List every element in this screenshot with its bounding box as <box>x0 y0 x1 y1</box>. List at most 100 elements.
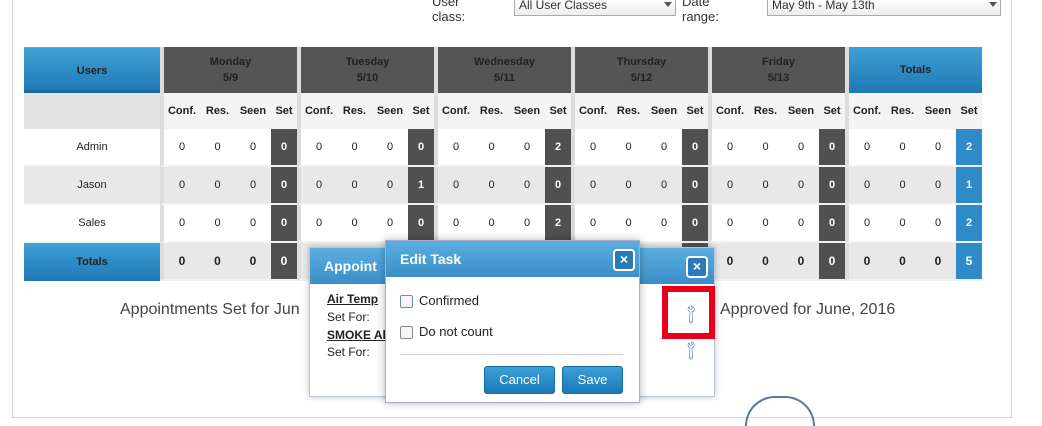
user-class-label: User class: <box>432 0 466 24</box>
total-cell: 1 <box>956 167 982 205</box>
column-header: Conf. <box>297 93 337 129</box>
user-link[interactable]: Sales <box>24 205 160 243</box>
count-cell: 0 <box>819 129 845 167</box>
count-cell: 0 <box>819 243 845 281</box>
wrench-icon[interactable]: 🔧︎ <box>679 338 703 363</box>
day-date: 5/11 <box>494 72 515 84</box>
column-header: Conf. <box>708 93 748 129</box>
column-header: Conf. <box>845 93 885 129</box>
save-button[interactable]: Save <box>562 366 623 394</box>
column-header: Res. <box>474 93 509 129</box>
cancel-button[interactable]: Cancel <box>484 366 555 394</box>
appointment-name: Air Temp <box>327 292 379 306</box>
total-cell: 0 <box>885 205 920 243</box>
total-cell: 0 <box>920 129 956 167</box>
column-header: Conf. <box>160 93 200 129</box>
total-cell: 0 <box>845 167 885 205</box>
chevron-down-icon <box>664 2 672 7</box>
count-cell: 0 <box>545 167 571 205</box>
day-name: Tuesday <box>345 56 390 68</box>
count-cell: 0 <box>337 205 372 243</box>
total-cell: 2 <box>956 129 982 167</box>
count-cell: 0 <box>708 129 748 167</box>
column-header: Set <box>956 93 982 129</box>
count-cell: 0 <box>200 167 235 205</box>
edit-task-dialog: Edit Task × Confirmed Do not count Cance… <box>385 240 640 403</box>
close-icon[interactable]: × <box>686 256 708 278</box>
column-header: Res. <box>748 93 783 129</box>
count-cell: 0 <box>271 205 297 243</box>
count-cell: 0 <box>611 129 646 167</box>
day-date: 5/9 <box>222 72 239 84</box>
count-cell: 0 <box>160 167 200 205</box>
do-not-count-label: Do not count <box>419 324 493 339</box>
count-cell: 0 <box>271 243 297 281</box>
count-cell: 0 <box>337 167 372 205</box>
count-cell: 0 <box>571 167 611 205</box>
subheader-blank <box>24 93 160 129</box>
column-header: Res. <box>885 93 920 129</box>
count-cell: 0 <box>235 167 271 205</box>
count-cell: 0 <box>235 243 271 281</box>
day-date: 5/12 <box>630 72 653 84</box>
count-cell: 0 <box>748 129 783 167</box>
total-cell: 0 <box>920 167 956 205</box>
count-cell: 0 <box>509 205 545 243</box>
column-header: Set <box>271 93 297 129</box>
count-cell: 0 <box>200 205 235 243</box>
total-cell: 0 <box>920 205 956 243</box>
total-cell: 0 <box>885 129 920 167</box>
count-cell: 0 <box>474 129 509 167</box>
day-header: Thursday 5/12 <box>571 47 708 93</box>
do-not-count-checkbox[interactable] <box>400 326 413 339</box>
confirmed-checkbox[interactable] <box>400 295 413 308</box>
confirmed-label: Confirmed <box>419 293 479 308</box>
user-class-select[interactable]: All User Classes <box>514 0 676 16</box>
day-header: Friday 5/13 <box>708 47 845 93</box>
column-header: Conf. <box>434 93 474 129</box>
count-cell: 0 <box>271 167 297 205</box>
total-cell: 0 <box>845 205 885 243</box>
count-cell: 0 <box>783 243 819 281</box>
count-cell: 0 <box>160 205 200 243</box>
date-range-value: May 9th - May 13th <box>772 0 875 12</box>
count-cell: 0 <box>783 167 819 205</box>
appointments-set-caption: Appointments Set for Jun <box>120 301 300 318</box>
count-cell: 0 <box>571 129 611 167</box>
count-cell: 1 <box>408 167 434 205</box>
count-cell: 0 <box>509 167 545 205</box>
grand-total-cell: 0 <box>920 243 956 281</box>
count-cell: 0 <box>819 205 845 243</box>
column-header: Seen <box>509 93 545 129</box>
column-header: Res. <box>200 93 235 129</box>
count-cell: 0 <box>200 243 235 281</box>
count-cell: 0 <box>611 205 646 243</box>
count-cell: 0 <box>434 167 474 205</box>
count-cell: 0 <box>571 205 611 243</box>
count-cell: 0 <box>372 205 408 243</box>
close-icon[interactable]: × <box>613 249 635 271</box>
count-cell: 0 <box>474 205 509 243</box>
count-cell: 0 <box>297 129 337 167</box>
column-header: Seen <box>372 93 408 129</box>
user-class-value: All User Classes <box>519 0 608 12</box>
user-link[interactable]: Jason <box>24 167 160 205</box>
count-cell: 0 <box>783 205 819 243</box>
day-name: Monday <box>209 56 252 68</box>
day-header: Tuesday 5/10 <box>297 47 434 93</box>
count-cell: 0 <box>372 129 408 167</box>
day-name: Thursday <box>616 56 667 68</box>
totals-header: Totals <box>845 47 982 93</box>
column-header: Set <box>408 93 434 129</box>
column-header: Set <box>819 93 845 129</box>
appointment-item[interactable]: Air Temp <box>327 292 378 306</box>
count-cell: 0 <box>682 205 708 243</box>
column-header: Set <box>682 93 708 129</box>
user-link[interactable]: Admin <box>24 129 160 167</box>
count-cell: 0 <box>748 243 783 281</box>
edit-task-title: Edit Task <box>386 241 639 277</box>
count-cell: 0 <box>646 129 682 167</box>
date-range-select[interactable]: May 9th - May 13th <box>767 0 1001 16</box>
appointment-item[interactable]: SMOKE Al <box>327 328 386 342</box>
count-cell: 0 <box>408 205 434 243</box>
